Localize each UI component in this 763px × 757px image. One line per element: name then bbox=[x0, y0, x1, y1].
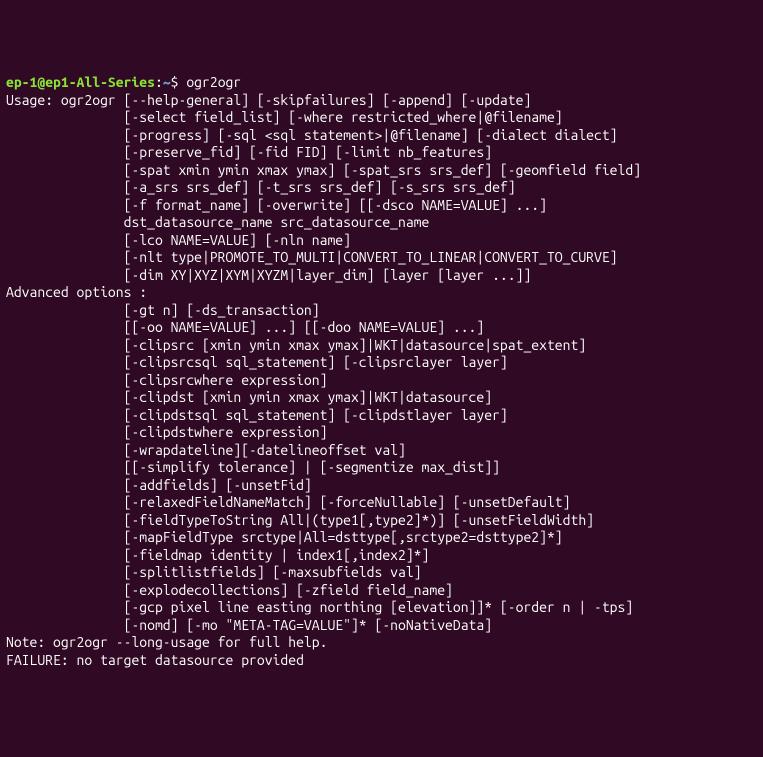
output-line: [-fieldTypeToString All|(type1[,type2]*)… bbox=[6, 512, 757, 530]
output-line: [-splitlistfields] [-maxsubfields val] bbox=[6, 564, 757, 582]
output-line: [-clipdstwhere expression] bbox=[6, 424, 757, 442]
output-line: [-clipsrc [xmin ymin xmax ymax]|WKT|data… bbox=[6, 337, 757, 355]
output-line: [[-oo NAME=VALUE] ...] [[-doo NAME=VALUE… bbox=[6, 319, 757, 337]
prompt-colon: : bbox=[155, 74, 163, 90]
output-line: [-fieldmap identity | index1[,index2]*] bbox=[6, 547, 757, 565]
output-line: [-relaxedFieldNameMatch] [-forceNullable… bbox=[6, 494, 757, 512]
output-line: [-progress] [-sql <sql statement>|@filen… bbox=[6, 127, 757, 145]
output-line: [-explodecollections] [-zfield field_nam… bbox=[6, 582, 757, 600]
output-line: [-lco NAME=VALUE] [-nln name] bbox=[6, 232, 757, 250]
output-line: [-spat xmin ymin xmax ymax] [-spat_srs s… bbox=[6, 162, 757, 180]
output-line: [-mapFieldType srctype|All=dsttype[,srct… bbox=[6, 529, 757, 547]
command-input: ogr2ogr bbox=[186, 74, 241, 90]
prompt-path: ~ bbox=[163, 74, 171, 90]
output-line: [-gt n] [-ds_transaction] bbox=[6, 302, 757, 320]
output-line: Note: ogr2ogr --long-usage for full help… bbox=[6, 634, 757, 652]
output-line: FAILURE: no target datasource provided bbox=[6, 652, 757, 670]
output-line: [-wrapdateline][-datelineoffset val] bbox=[6, 442, 757, 460]
output-line: Advanced options : bbox=[6, 284, 757, 302]
output-line: [-clipsrcwhere expression] bbox=[6, 372, 757, 390]
output-line: [-gcp pixel line easting northing [eleva… bbox=[6, 599, 757, 617]
output-line: [-addfields] [-unsetFid] bbox=[6, 477, 757, 495]
output-line: [-nlt type|PROMOTE_TO_MULTI|CONVERT_TO_L… bbox=[6, 249, 757, 267]
output-line: [-clipdst [xmin ymin xmax ymax]|WKT|data… bbox=[6, 389, 757, 407]
output-line: [-f format_name] [-overwrite] [[-dsco NA… bbox=[6, 197, 757, 215]
output-line: [[-simplify tolerance] | [-segmentize ma… bbox=[6, 459, 757, 477]
output-line: [-nomd] [-mo "META-TAG=VALUE"]* [-noNati… bbox=[6, 617, 757, 635]
prompt-line[interactable]: ep-1@ep1-All-Series:~$ ogr2ogr bbox=[6, 74, 757, 92]
output-line: Usage: ogr2ogr [--help-general] [-skipfa… bbox=[6, 92, 757, 110]
output-line: [-clipdstsql sql_statement] [-clipdstlay… bbox=[6, 407, 757, 425]
output-line: [-clipsrcsql sql_statement] [-clipsrclay… bbox=[6, 354, 757, 372]
output-line: dst_datasource_name src_datasource_name bbox=[6, 214, 757, 232]
output-line: [-select field_list] [-where restricted_… bbox=[6, 109, 757, 127]
output-line: [-preserve_fid] [-fid FID] [-limit nb_fe… bbox=[6, 144, 757, 162]
prompt-dollar: $ bbox=[171, 74, 187, 90]
terminal-output: Usage: ogr2ogr [--help-general] [-skipfa… bbox=[6, 92, 757, 670]
prompt-user-host: ep-1@ep1-All-Series bbox=[6, 74, 155, 90]
output-line: [-dim XY|XYZ|XYM|XYZM|layer_dim] [layer … bbox=[6, 267, 757, 285]
output-line: [-a_srs srs_def] [-t_srs srs_def] [-s_sr… bbox=[6, 179, 757, 197]
